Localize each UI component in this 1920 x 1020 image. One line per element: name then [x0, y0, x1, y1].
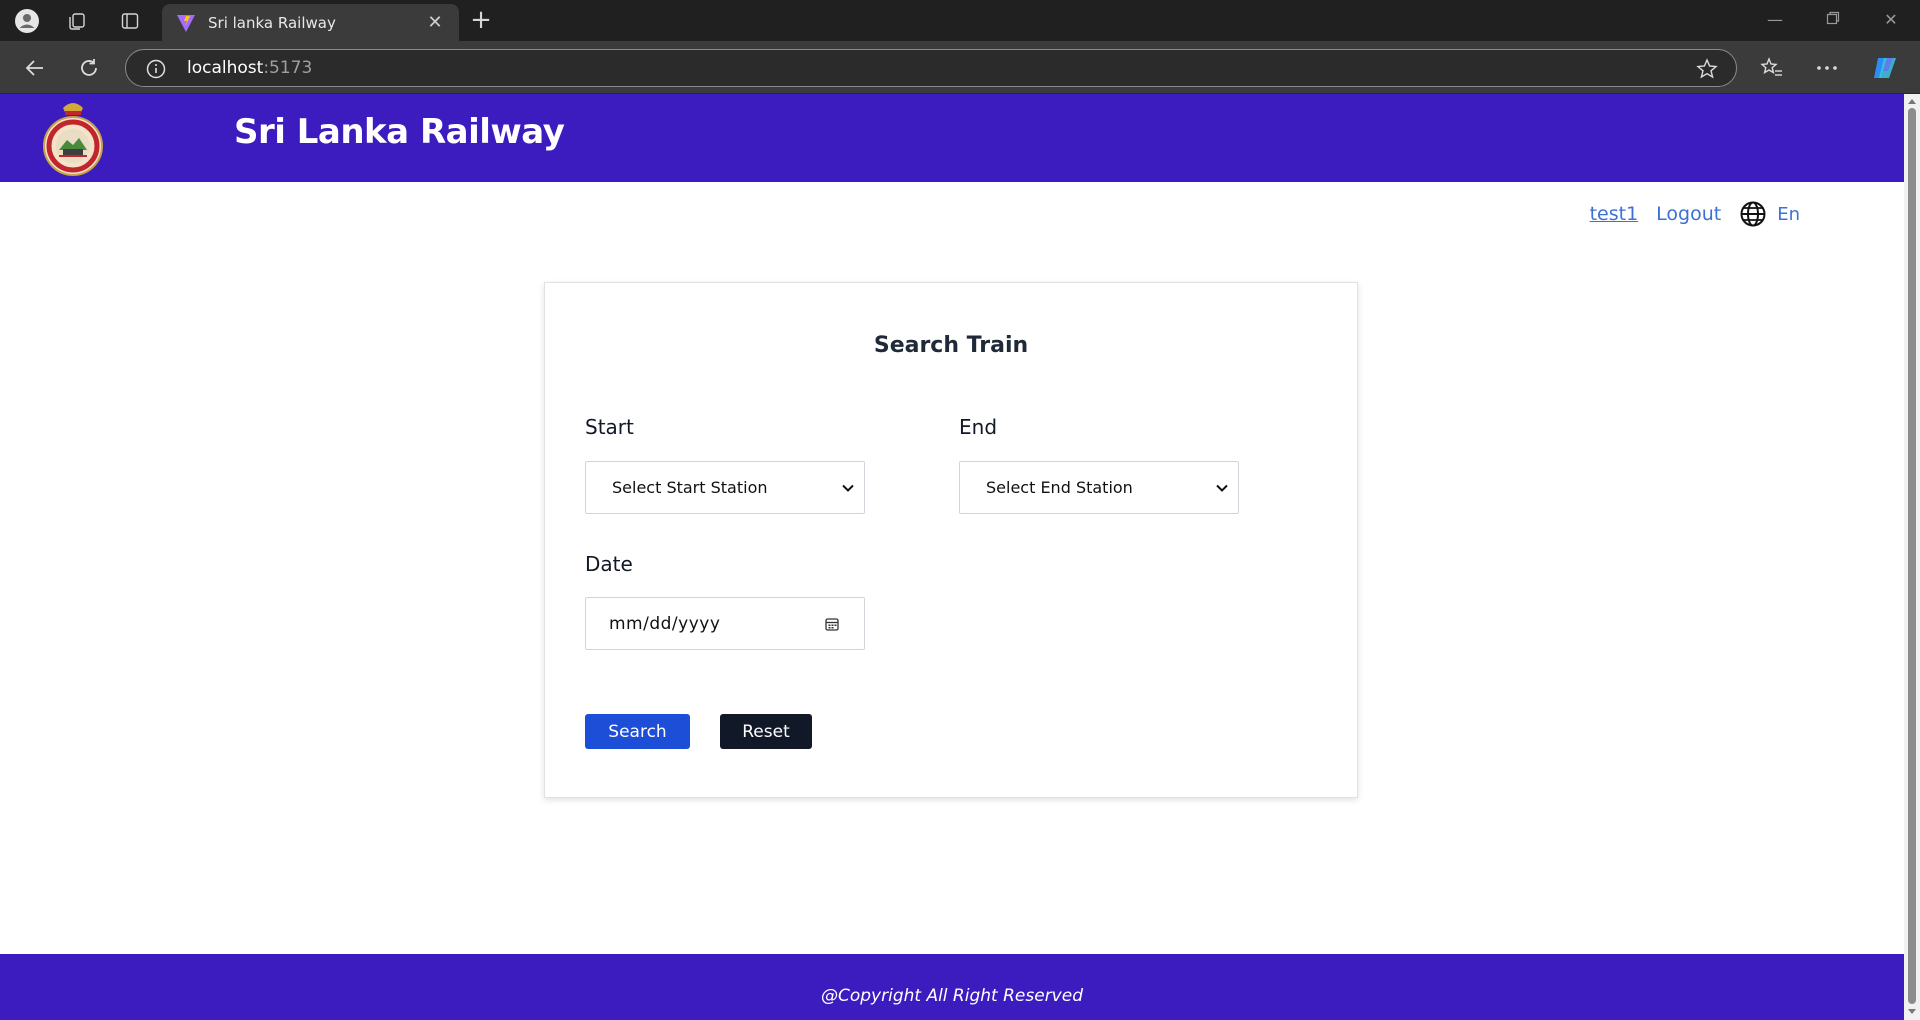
end-label: End	[959, 415, 998, 439]
search-train-card: Search Train Start Select Start Station …	[544, 282, 1358, 798]
close-icon[interactable]: ✕	[425, 12, 445, 33]
site-title: Sri Lanka Railway	[234, 112, 565, 152]
user-nav: test1 Logout En	[1590, 200, 1800, 228]
chevron-down-icon	[1216, 484, 1228, 492]
scroll-down-icon[interactable]	[1907, 1008, 1917, 1016]
language-selector[interactable]: En	[1777, 204, 1800, 225]
date-label: Date	[585, 552, 633, 576]
search-button[interactable]: Search	[585, 714, 690, 749]
scroll-up-icon[interactable]	[1907, 97, 1917, 105]
globe-icon[interactable]	[1739, 200, 1767, 228]
tab-title: Sri lanka Railway	[208, 13, 336, 32]
url-field[interactable]: localhost:5173	[125, 49, 1737, 87]
copyright-text: @Copyright All Right Reserved	[820, 986, 1083, 1006]
collections-icon[interactable]	[58, 8, 96, 34]
logout-link[interactable]: Logout	[1656, 203, 1721, 225]
username-link[interactable]: test1	[1590, 203, 1639, 225]
scrollbar-thumb[interactable]	[1908, 108, 1916, 1004]
profile-icon[interactable]	[8, 8, 46, 34]
date-input[interactable]: mm/dd/yyyy	[585, 597, 865, 650]
favorite-star-icon[interactable]	[1696, 58, 1718, 80]
page-viewport: Sri Lanka Railway test1 Logout En Search…	[0, 94, 1904, 1020]
url-text: localhost:5173	[187, 58, 313, 78]
browser-tab-bar: Sri lanka Railway ✕ + — ✕	[0, 0, 1920, 41]
site-info-icon[interactable]	[146, 59, 166, 79]
new-tab-icon[interactable]: +	[468, 7, 494, 34]
reset-button[interactable]: Reset	[720, 714, 812, 749]
favorites-icon[interactable]	[1757, 54, 1787, 82]
vite-favicon	[177, 14, 195, 32]
start-label: Start	[585, 415, 634, 439]
copilot-icon[interactable]	[1870, 54, 1900, 82]
end-station-select[interactable]: Select End Station	[959, 461, 1239, 514]
more-icon[interactable]	[1812, 54, 1842, 82]
card-title: Search Train	[873, 333, 1029, 358]
site-header: Sri Lanka Railway	[0, 94, 1904, 182]
page-scrollbar[interactable]	[1904, 94, 1920, 1020]
minimize-icon[interactable]: —	[1760, 10, 1790, 32]
start-station-select[interactable]: Select Start Station	[585, 461, 865, 514]
refresh-icon[interactable]	[74, 54, 104, 82]
window-close-icon[interactable]: ✕	[1876, 10, 1906, 32]
calendar-icon[interactable]	[824, 616, 840, 632]
site-footer: @Copyright All Right Reserved	[0, 954, 1904, 1020]
tab-actions-icon[interactable]	[111, 8, 149, 34]
restore-icon[interactable]	[1818, 10, 1848, 32]
back-icon[interactable]	[20, 54, 50, 82]
active-tab[interactable]: Sri lanka Railway ✕	[162, 4, 459, 41]
railway-emblem-logo	[43, 103, 103, 176]
chevron-down-icon	[842, 484, 854, 492]
browser-address-bar: localhost:5173	[0, 41, 1920, 94]
